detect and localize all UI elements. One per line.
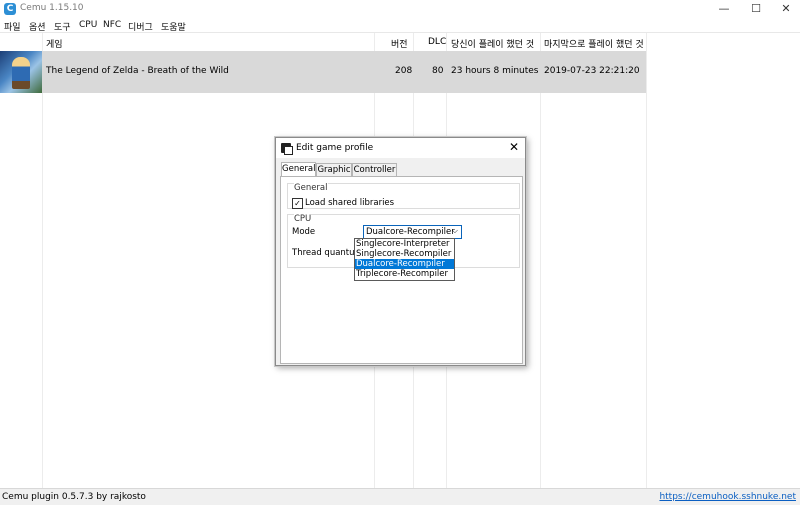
general-group: General ✓ Load shared libraries <box>287 183 520 209</box>
game-row[interactable]: The Legend of Zelda - Breath of the Wild… <box>0 51 646 93</box>
menu-cpu[interactable]: CPU <box>79 20 97 30</box>
plugin-info: Cemu plugin 0.5.7.3 by rajkosto <box>2 492 146 502</box>
load-shared-libraries-label[interactable]: Load shared libraries <box>305 198 394 208</box>
cpu-mode-dropdown-list: Singlecore-Interpreter Singlecore-Recomp… <box>354 238 455 281</box>
cemu-app-icon: C <box>4 3 16 15</box>
mode-label: Mode <box>292 227 316 237</box>
tab-general[interactable]: General <box>281 162 316 177</box>
tab-controller[interactable]: Controller <box>352 163 397 177</box>
dialog-title: Edit game profile <box>296 143 374 153</box>
menu-nfc[interactable]: NFC <box>103 20 121 30</box>
cpu-group-label: CPU <box>294 214 312 224</box>
maximize-button[interactable]: ☐ <box>740 0 772 18</box>
thread-quantum-label: Thread quantum <box>292 248 363 258</box>
column-header-game[interactable]: 게임 <box>46 37 63 50</box>
column-divider <box>646 33 647 489</box>
title-bar: C Cemu 1.15.10 — ☐ ✕ <box>0 0 800 18</box>
game-last-played: 2019-07-23 22:21:20 <box>544 66 640 76</box>
menu-bar: 파일 옵션 도구 CPU NFC 디버그 도움말 <box>0 18 800 33</box>
game-cover-image <box>0 51 42 93</box>
status-bar: Cemu plugin 0.5.7.3 by rajkosto https://… <box>0 488 800 505</box>
cpu-mode-option[interactable]: Singlecore-Interpreter <box>355 239 454 249</box>
game-version: 208 <box>395 66 413 76</box>
chevron-down-icon: ⌵ <box>451 226 458 235</box>
window-title: Cemu 1.15.10 <box>20 3 84 13</box>
cpu-mode-option-selected[interactable]: Dualcore-Recompiler <box>355 259 454 269</box>
cpu-mode-select[interactable]: Dualcore-Recompiler ⌵ <box>363 225 462 239</box>
cpu-mode-value: Dualcore-Recompiler <box>366 227 455 237</box>
tab-graphic[interactable]: Graphic <box>316 163 352 177</box>
column-header-last-played[interactable]: 마지막으로 플레이 했던 것 <box>544 37 644 50</box>
general-group-label: General <box>294 183 328 193</box>
game-playtime: 23 hours 8 minutes <box>451 66 539 76</box>
column-header-version[interactable]: 버전 <box>391 37 408 50</box>
column-header-dlc[interactable]: DLC <box>428 37 446 47</box>
dialog-window-icon <box>281 143 293 155</box>
load-shared-libraries-checkbox[interactable]: ✓ <box>292 198 303 209</box>
column-divider <box>540 33 541 489</box>
game-dlc: 80 <box>432 66 444 76</box>
cpu-mode-option[interactable]: Triplecore-Recompiler <box>355 269 454 279</box>
minimize-button[interactable]: — <box>708 0 740 18</box>
cemuhook-link[interactable]: https://cemuhook.sshnuke.net <box>659 492 796 502</box>
dialog-title-bar: Edit game profile ✕ <box>276 138 525 158</box>
dialog-close-button[interactable]: ✕ <box>507 140 521 154</box>
close-window-button[interactable]: ✕ <box>770 0 800 18</box>
game-title: The Legend of Zelda - Breath of the Wild <box>46 66 229 76</box>
column-header-playtime[interactable]: 당신이 플레이 했던 것 <box>451 37 534 50</box>
cpu-mode-option[interactable]: Singlecore-Recompiler <box>355 249 454 259</box>
column-divider <box>42 33 43 489</box>
